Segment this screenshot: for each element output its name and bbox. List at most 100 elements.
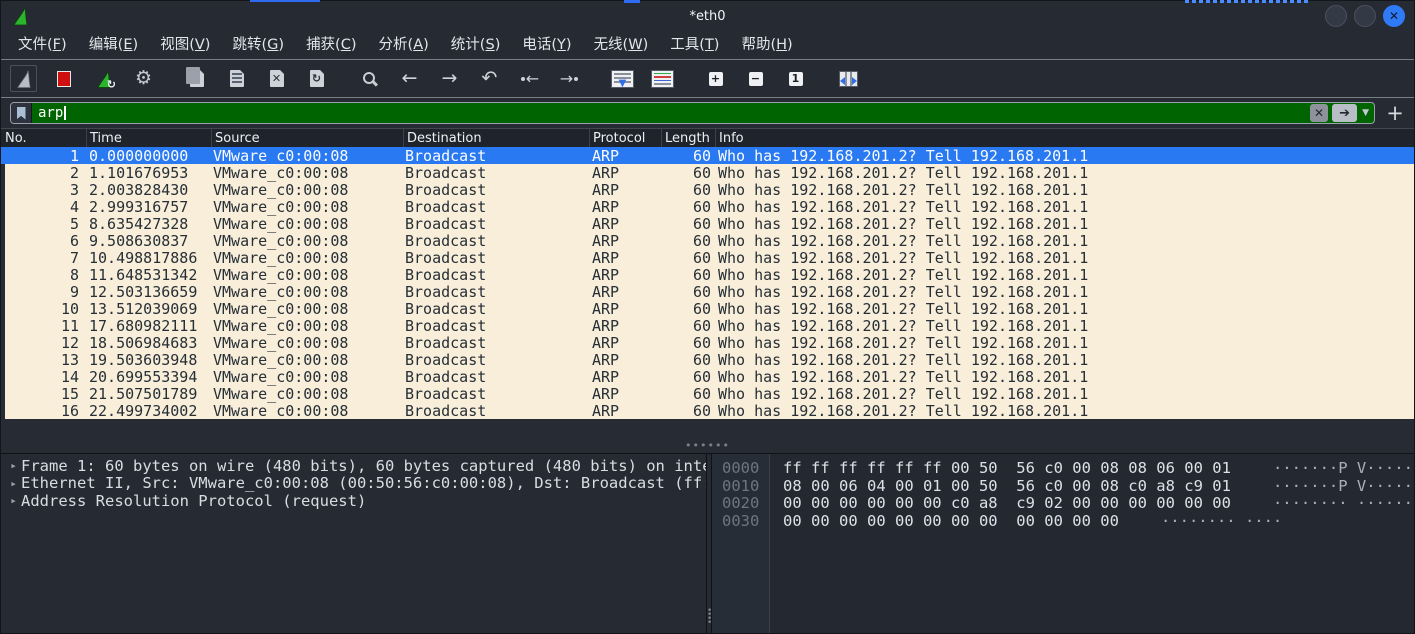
restart-capture-button[interactable]: ↻ [90, 65, 117, 92]
zoom-reset-button[interactable]: 1 [782, 65, 809, 92]
menu-item-go[interactable]: 跳转(G) [221, 31, 295, 59]
maximize-button[interactable] [1354, 5, 1376, 27]
colorize-button[interactable] [649, 65, 676, 92]
table-row[interactable]: 1319.503603948VMware_c0:00:08BroadcastAR… [1, 351, 1414, 368]
menu-item-file[interactable]: 文件(F) [7, 31, 78, 59]
column-header-protocol[interactable]: Protocol [589, 129, 661, 147]
add-filter-button[interactable]: + [1385, 103, 1405, 123]
table-row[interactable]: 1521.507501789VMware_c0:00:08BroadcastAR… [1, 385, 1414, 402]
zoom-out-icon: − [749, 72, 763, 86]
cell-protocol: ARP [589, 334, 661, 351]
horizontal-pane-splitter[interactable]: •••••• [1, 445, 1414, 453]
table-row[interactable]: 32.003828430VMware_c0:00:08BroadcastARP6… [1, 181, 1414, 198]
menu-item-capture[interactable]: 捕获(C) [295, 31, 367, 59]
wireshark-window: *eth0 ✕ 文件(F)编辑(E)视图(V)跳转(G)捕获(C)分析(A)统计… [0, 0, 1415, 634]
table-row[interactable]: 58.635427328VMware_c0:00:08BroadcastARP6… [1, 215, 1414, 232]
close-file-button[interactable]: ✕ [263, 65, 290, 92]
table-row[interactable]: 42.999316757VMware_c0:00:08BroadcastARP6… [1, 198, 1414, 215]
menu-item-statistics[interactable]: 统计(S) [440, 31, 512, 59]
zoom-out-button[interactable]: − [742, 65, 769, 92]
expander-triangle-icon[interactable]: ▸ [6, 477, 21, 490]
detail-text: Ethernet II, Src: VMware_c0:00:08 (00:50… [21, 475, 706, 493]
expander-triangle-icon[interactable]: ▸ [6, 494, 21, 507]
hex-bytes[interactable]: 08 00 06 04 00 01 00 50 56 c0 00 08 c0 a… [783, 477, 1231, 495]
hex-bytes[interactable]: ff ff ff ff ff ff 00 50 56 c0 00 08 08 0… [783, 459, 1231, 477]
menu-item-edit[interactable]: 编辑(E) [78, 31, 150, 59]
resize-columns-button[interactable] [835, 65, 862, 92]
hex-bytes[interactable]: 00 00 00 00 00 00 c0 a8 c9 02 00 00 00 0… [783, 494, 1231, 512]
stop-capture-button[interactable] [50, 65, 77, 92]
table-row[interactable]: 1013.512039069VMware_c0:00:08BroadcastAR… [1, 300, 1414, 317]
cell-info: Who has 192.168.201.2? Tell 192.168.201.… [715, 147, 1414, 164]
expander-triangle-icon[interactable]: ▸ [6, 459, 21, 472]
filter-apply-button[interactable]: ➔ [1332, 104, 1357, 122]
column-header-source[interactable]: Source [211, 129, 403, 147]
column-header-time[interactable]: Time [86, 129, 211, 147]
save-file-button[interactable] [223, 65, 250, 92]
clear-icon: ✕ [1314, 106, 1324, 120]
table-row[interactable]: 21.101676953VMware_c0:00:08BroadcastARP6… [1, 164, 1414, 181]
column-header-no[interactable]: No. [1, 129, 86, 147]
hex-line[interactable]: 003000 00 00 00 00 00 00 00 00 00 00 00·… [712, 512, 1414, 530]
detail-tree-item[interactable]: ▸Frame 1: 60 bytes on wire (480 bits), 6… [1, 457, 706, 475]
menu-item-analyze[interactable]: 分析(A) [368, 31, 440, 59]
menu-item-tools[interactable]: 工具(T) [659, 31, 730, 59]
last-packet-button[interactable]: → [556, 65, 583, 92]
hex-line[interactable]: 001008 00 06 04 00 01 00 50 56 c0 00 08 … [712, 477, 1414, 495]
table-row[interactable]: 811.648531342VMware_c0:00:08BroadcastARP… [1, 266, 1414, 283]
table-row[interactable]: 1420.699553394VMware_c0:00:08BroadcastAR… [1, 368, 1414, 385]
reload-file-button[interactable]: ↻ [303, 65, 330, 92]
cell-no: 13 [5, 351, 86, 368]
display-filter-input[interactable]: arp ✕ ➔ ▼ [10, 102, 1375, 124]
menu-item-wireless[interactable]: 无线(W) [583, 31, 660, 59]
cell-length: 60 [661, 249, 715, 266]
autoscroll-button[interactable]: ▼ [609, 65, 636, 92]
close-button[interactable]: ✕ [1383, 5, 1405, 27]
hex-line[interactable]: 002000 00 00 00 00 00 c0 a8 c9 02 00 00 … [712, 494, 1414, 512]
detail-tree-item[interactable]: ▸Address Resolution Protocol (request) [1, 492, 706, 510]
column-header-destination[interactable]: Destination [403, 129, 589, 147]
column-header-length[interactable]: Length [661, 129, 715, 147]
table-row[interactable]: 912.503136659VMware_c0:00:08BroadcastARP… [1, 283, 1414, 300]
table-row[interactable]: 1218.506984683VMware_c0:00:08BroadcastAR… [1, 334, 1414, 351]
filter-clear-button[interactable]: ✕ [1310, 104, 1328, 122]
cell-time: 11.648531342 [86, 266, 211, 283]
hex-ascii[interactable]: ········ ········ [1273, 494, 1414, 512]
filter-bookmark-button[interactable] [11, 103, 32, 123]
goto-packet-button[interactable]: ↶ [476, 65, 503, 92]
cell-source: VMware_c0:00:08 [211, 300, 403, 317]
cell-source: VMware_c0:00:08 [211, 317, 403, 334]
first-packet-button[interactable]: ← [516, 65, 543, 92]
menu-item-telephony[interactable]: 电话(Y) [511, 31, 582, 59]
hex-bytes[interactable]: 00 00 00 00 00 00 00 00 00 00 00 00 [783, 512, 1119, 530]
start-capture-button[interactable] [10, 65, 37, 92]
table-row[interactable]: 69.508630837VMware_c0:00:08BroadcastARP6… [1, 232, 1414, 249]
hex-line[interactable]: 0000ff ff ff ff ff ff 00 50 56 c0 00 08 … [712, 459, 1414, 477]
open-file-button[interactable] [183, 65, 210, 92]
table-row[interactable]: 10.000000000VMware_c0:00:08BroadcastARP6… [1, 147, 1414, 164]
find-packet-button[interactable] [356, 65, 383, 92]
capture-options-button[interactable]: ⚙ [130, 65, 157, 92]
hex-ascii[interactable]: ·······P V······· [1273, 459, 1414, 477]
menu-item-help[interactable]: 帮助(H) [730, 31, 803, 59]
cell-info: Who has 192.168.201.2? Tell 192.168.201.… [715, 334, 1414, 351]
cell-no: 8 [5, 266, 86, 283]
table-row[interactable]: 710.498817886VMware_c0:00:08BroadcastARP… [1, 249, 1414, 266]
cell-no: 2 [5, 164, 86, 181]
cell-info: Who has 192.168.201.2? Tell 192.168.201.… [715, 283, 1414, 300]
prev-packet-button[interactable]: ← [396, 65, 423, 92]
filter-dropdown-caret[interactable]: ▼ [1357, 108, 1374, 118]
detail-tree-item[interactable]: ▸Ethernet II, Src: VMware_c0:00:08 (00:5… [1, 475, 706, 493]
table-row[interactable]: 1117.680982111VMware_c0:00:08BroadcastAR… [1, 317, 1414, 334]
column-header-info[interactable]: Info [715, 129, 1414, 147]
cell-length: 60 [661, 300, 715, 317]
menu-item-view[interactable]: 视图(V) [149, 31, 221, 59]
background-window-artifact [1185, 0, 1310, 3]
table-row[interactable]: 1622.499734002VMware_c0:00:08BroadcastAR… [1, 402, 1414, 419]
minimize-button[interactable] [1325, 5, 1347, 27]
hex-ascii[interactable]: ········ ···· [1161, 512, 1282, 530]
zoom-in-button[interactable]: + [702, 65, 729, 92]
next-packet-button[interactable]: → [436, 65, 463, 92]
hex-ascii[interactable]: ·······P V······· [1273, 477, 1414, 495]
cell-length: 60 [661, 147, 715, 164]
